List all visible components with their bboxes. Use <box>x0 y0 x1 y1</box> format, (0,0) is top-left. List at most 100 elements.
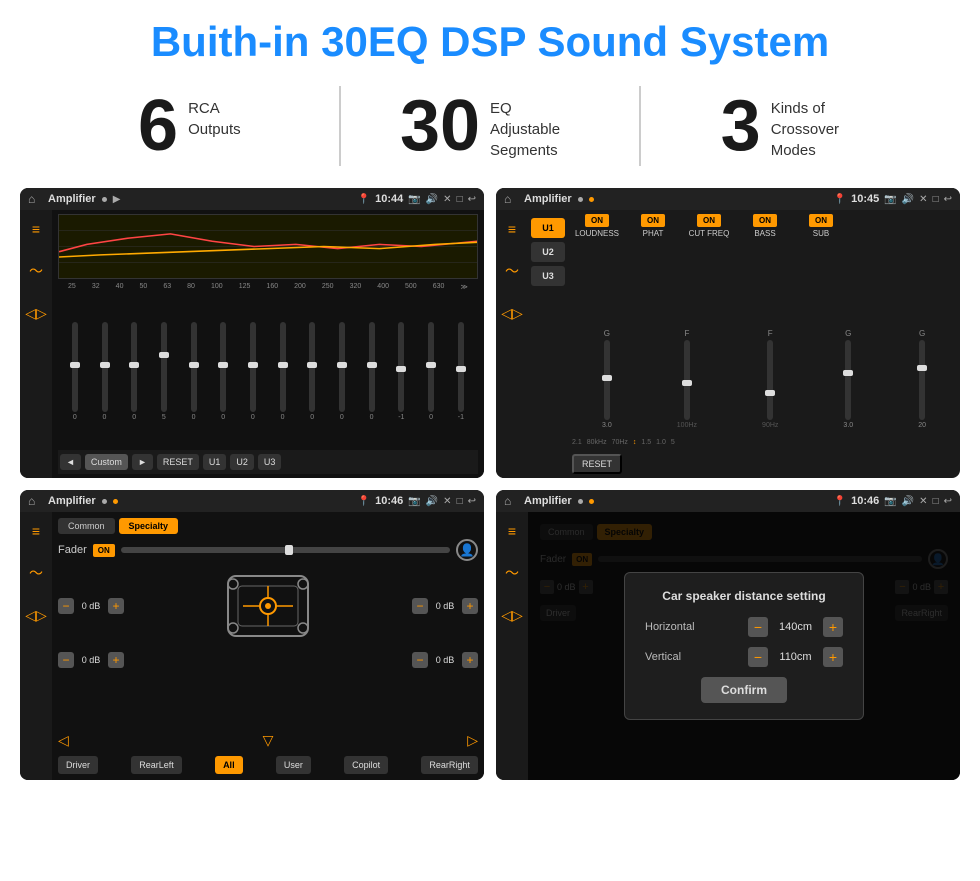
db-plus-1[interactable]: + <box>108 598 124 614</box>
cross-all-btn[interactable]: All <box>215 756 243 774</box>
amp-x-icon[interactable]: ✕ <box>919 194 927 205</box>
amp-window-icon[interactable]: □ <box>933 194 939 205</box>
eq-icon-2[interactable]: 〜 <box>25 260 47 282</box>
cross-rearleft-btn[interactable]: RearLeft <box>131 756 182 774</box>
dialog-screen: ⌂ Amplifier 📍 10:46 📷 🔊 ✕ □ ↩ ≡ 〜 ◁▷ <box>496 490 960 780</box>
eq-u3-btn[interactable]: U3 <box>258 454 282 470</box>
cutfreq-switch[interactable]: ON <box>697 214 721 227</box>
cross-home-icon[interactable]: ⌂ <box>28 494 42 508</box>
eq-play-icon[interactable]: ▶ <box>113 194 121 205</box>
cross-icon-3[interactable]: ◁▷ <box>25 604 47 626</box>
eq-screen: ⌂ Amplifier ▶ 📍 10:44 📷 🔊 ✕ □ ↩ ≡ 〜 ◁▷ <box>20 188 484 478</box>
loudness-switch[interactable]: ON <box>585 214 609 227</box>
eq-back-icon[interactable]: ↩ <box>468 194 476 205</box>
cross-time: 10:46 <box>375 495 403 507</box>
eq-side-icons: ≡ 〜 ◁▷ <box>20 210 52 478</box>
db-minus-2[interactable]: − <box>412 598 428 614</box>
eq-graph <box>58 214 478 279</box>
cross-copilot-btn[interactable]: Copilot <box>344 756 388 774</box>
home-icon[interactable]: ⌂ <box>28 192 42 206</box>
amp-preset-u1[interactable]: U1 <box>531 218 565 238</box>
cross-icon-1[interactable]: ≡ <box>25 520 47 542</box>
cross-rearright-btn[interactable]: RearRight <box>421 756 478 774</box>
bass-label: BASS <box>754 229 775 238</box>
dialog-volume-icon[interactable]: 🔊 <box>902 496 914 507</box>
stat-number-3: 3 <box>721 90 761 162</box>
amp-reset-btn[interactable]: RESET <box>572 454 622 474</box>
db-plus-3[interactable]: + <box>108 652 124 668</box>
stat-number-30: 30 <box>400 90 480 162</box>
horizontal-plus-btn[interactable]: + <box>823 617 843 637</box>
cross-right-arrow[interactable]: ▷ <box>467 732 478 749</box>
dialog-back-icon[interactable]: ↩ <box>944 496 952 507</box>
phat-switch[interactable]: ON <box>641 214 665 227</box>
eq-custom-btn[interactable]: Custom <box>85 454 128 470</box>
dialog-icon-3[interactable]: ◁▷ <box>501 604 523 626</box>
dialog-window-icon[interactable]: □ <box>933 496 939 507</box>
eq-u1-btn[interactable]: U1 <box>203 454 227 470</box>
dialog-time: 10:46 <box>851 495 879 507</box>
eq-screen-title: Amplifier <box>48 193 96 205</box>
cross-volume-icon[interactable]: 🔊 <box>426 496 438 507</box>
amp-preset-u2[interactable]: U2 <box>531 242 565 262</box>
cross-back-icon[interactable]: ↩ <box>468 496 476 507</box>
cross-down-arrow[interactable]: ▽ <box>263 732 274 749</box>
amp-icon-1[interactable]: ≡ <box>501 218 523 240</box>
screens-grid: ⌂ Amplifier ▶ 📍 10:44 📷 🔊 ✕ □ ↩ ≡ 〜 ◁▷ <box>0 182 980 790</box>
cross-x-icon[interactable]: ✕ <box>443 496 451 507</box>
eq-camera-icon: 📷 <box>408 194 420 205</box>
cross-camera-icon: 📷 <box>408 496 420 507</box>
cross-user-btn[interactable]: User <box>276 756 311 774</box>
eq-u2-btn[interactable]: U2 <box>230 454 254 470</box>
eq-prev-btn[interactable]: ◄ <box>60 454 81 470</box>
cross-driver-btn[interactable]: Driver <box>58 756 98 774</box>
cross-window-icon[interactable]: □ <box>457 496 463 507</box>
vertical-minus-btn[interactable]: − <box>748 647 768 667</box>
page-title: Buith-in 30EQ DSP Sound System <box>0 0 980 76</box>
cross-status-dot2 <box>113 499 118 504</box>
amp-icon-3[interactable]: ◁▷ <box>501 302 523 324</box>
amp-back-icon[interactable]: ↩ <box>944 194 952 205</box>
loudness-label: LOUDNESS <box>575 229 619 238</box>
db-plus-2[interactable]: + <box>462 598 478 614</box>
db-minus-4[interactable]: − <box>412 652 428 668</box>
amp-home-icon[interactable]: ⌂ <box>504 192 518 206</box>
sub-label: SUB <box>813 229 829 238</box>
cross-icon-2[interactable]: 〜 <box>25 562 47 584</box>
dialog-icon-2[interactable]: 〜 <box>501 562 523 584</box>
db-minus-1[interactable]: − <box>58 598 74 614</box>
db-plus-4[interactable]: + <box>462 652 478 668</box>
dialog-home-icon[interactable]: ⌂ <box>504 494 518 508</box>
eq-icon-3[interactable]: ◁▷ <box>25 302 47 324</box>
stat-item-eq: 30 EQ AdjustableSegments <box>361 90 620 162</box>
vertical-plus-btn[interactable]: + <box>823 647 843 667</box>
dialog-icon-1[interactable]: ≡ <box>501 520 523 542</box>
amp-status-bar: ⌂ Amplifier 📍 10:45 📷 🔊 ✕ □ ↩ <box>496 188 960 210</box>
eq-volume-icon[interactable]: 🔊 <box>426 194 438 205</box>
amp-volume-icon[interactable]: 🔊 <box>902 194 914 205</box>
cross-left-arrow[interactable]: ◁ <box>58 732 69 749</box>
stat-number-6: 6 <box>138 90 178 162</box>
dialog-status-dot1 <box>578 499 583 504</box>
fader-on-btn[interactable]: ON <box>93 544 115 557</box>
stat-item-rca: 6 RCAOutputs <box>60 90 319 162</box>
amp-camera-icon: 📷 <box>884 194 896 205</box>
stats-row: 6 RCAOutputs 30 EQ AdjustableSegments 3 … <box>0 76 980 182</box>
eq-x-icon[interactable]: ✕ <box>443 194 451 205</box>
eq-reset-btn[interactable]: RESET <box>157 454 199 470</box>
horizontal-minus-btn[interactable]: − <box>748 617 768 637</box>
eq-icon-1[interactable]: ≡ <box>25 218 47 240</box>
cross-tab-specialty[interactable]: Specialty <box>119 518 179 534</box>
dialog-screen-title: Amplifier <box>524 495 572 507</box>
confirm-button[interactable]: Confirm <box>701 677 787 703</box>
sub-switch[interactable]: ON <box>809 214 833 227</box>
cross-tab-common[interactable]: Common <box>58 518 115 534</box>
amp-icon-2[interactable]: 〜 <box>501 260 523 282</box>
db-minus-3[interactable]: − <box>58 652 74 668</box>
dialog-x-icon[interactable]: ✕ <box>919 496 927 507</box>
eq-window-icon[interactable]: □ <box>457 194 463 205</box>
amp-preset-u3[interactable]: U3 <box>531 266 565 286</box>
amp-status-dot2 <box>589 197 594 202</box>
bass-switch[interactable]: ON <box>753 214 777 227</box>
eq-play-btn[interactable]: ► <box>132 454 153 470</box>
